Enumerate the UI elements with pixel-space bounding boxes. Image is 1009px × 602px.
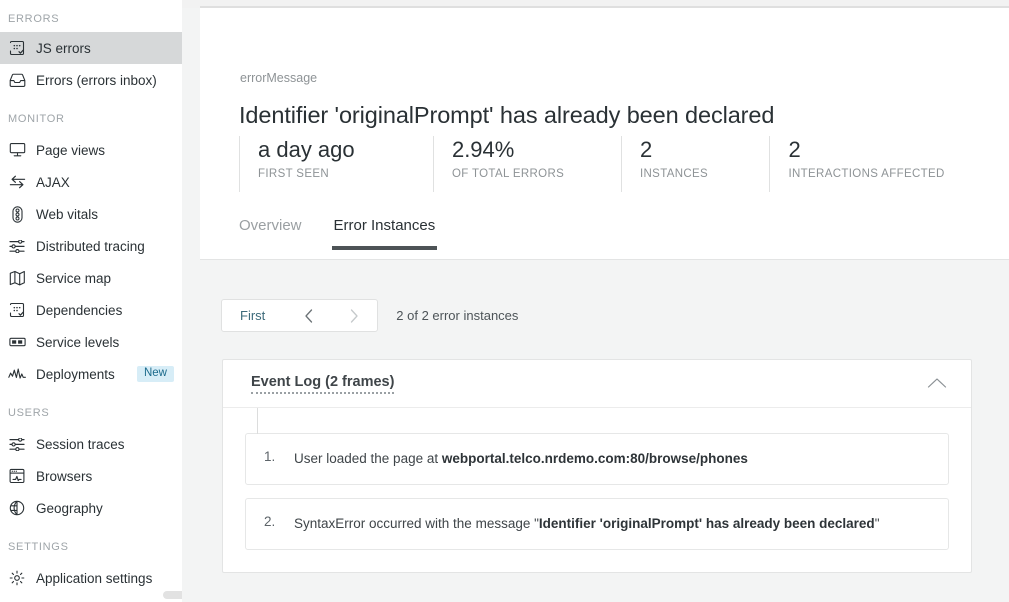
sidebar-section-title-errors: ERRORS bbox=[0, 0, 182, 32]
pagination-first-button[interactable]: First bbox=[222, 300, 285, 331]
dependencies-icon bbox=[8, 301, 26, 319]
pagination-row: First 2 of 2 error instan bbox=[221, 299, 997, 332]
event-log-entry: 2.SyntaxError occurred with the message … bbox=[245, 498, 949, 550]
event-log-body: 1.User loaded the page at webportal.telc… bbox=[223, 408, 971, 572]
sidebar-item-label: Service map bbox=[36, 271, 111, 286]
error-header-card: errorMessage Identifier 'originalPrompt'… bbox=[200, 8, 1009, 260]
stat-value: 2.94% bbox=[452, 136, 621, 164]
sidebar-item-service-map[interactable]: Service map bbox=[0, 262, 182, 294]
sidebar-item-distributed-tracing[interactable]: Distributed tracing bbox=[0, 230, 182, 262]
sidebar-item-label: Service levels bbox=[36, 335, 119, 350]
sidebar-item-new-badge: New bbox=[137, 366, 174, 383]
chevron-up-icon[interactable] bbox=[927, 376, 947, 394]
event-log-entry-highlight: Identifier 'originalPrompt' has already … bbox=[539, 516, 875, 531]
sidebar-item-geography[interactable]: Geography bbox=[0, 492, 182, 524]
service-levels-icon bbox=[8, 333, 26, 351]
sidebar-horizontal-scrollbar-thumb[interactable] bbox=[163, 591, 182, 599]
sidebar-item-label: Session traces bbox=[36, 437, 125, 452]
stat-interactions-affected: 2 INTERACTIONS AFFECTED bbox=[769, 136, 997, 192]
event-log-entry-number: 1. bbox=[264, 449, 294, 469]
main-content: errorMessage Identifier 'originalPrompt'… bbox=[182, 0, 1009, 602]
globe-icon bbox=[8, 499, 26, 517]
sidebar-section-title-users: USERS bbox=[0, 398, 182, 428]
stat-value: 2 bbox=[788, 136, 997, 164]
sidebar-section-gap bbox=[0, 524, 182, 532]
sidebar-section-gap bbox=[0, 390, 182, 398]
sidebar-item-dependencies[interactable]: Dependencies bbox=[0, 294, 182, 326]
sidebar-section-title-settings: SETTINGS bbox=[0, 532, 182, 562]
stat-label: FIRST SEEN bbox=[258, 168, 433, 180]
sidebar-item-page-views[interactable]: Page views bbox=[0, 134, 182, 166]
sidebar-item-session-traces[interactable]: Session traces bbox=[0, 428, 182, 460]
gear-icon bbox=[8, 569, 26, 587]
event-log-entry-text: SyntaxError occurred with the message "I… bbox=[294, 514, 879, 534]
sidebar-item-label: Distributed tracing bbox=[36, 239, 145, 254]
stat-instances: 2 INSTANCES bbox=[621, 136, 769, 192]
deployments-icon bbox=[8, 365, 26, 383]
map-icon bbox=[8, 269, 26, 287]
error-attribute-label: errorMessage bbox=[240, 71, 317, 85]
tab-error-instances[interactable]: Error Instances bbox=[334, 217, 436, 250]
sidebar-item-label: JS errors bbox=[36, 41, 91, 56]
pagination-control: First bbox=[221, 299, 378, 332]
sidebar-nav-list: ERRORS JS errors Errors (errors inbox) MONI… bbox=[0, 0, 182, 602]
event-log-panel: Event Log (2 frames) 1.User loaded the p… bbox=[222, 359, 972, 573]
event-log-entry-text: User loaded the page at webportal.telco.… bbox=[294, 449, 748, 469]
stat-label: OF TOTAL ERRORS bbox=[452, 168, 621, 180]
sidebar: ERRORS JS errors Errors (errors inbox) MONI… bbox=[0, 0, 182, 602]
sidebar-item-label: Application settings bbox=[36, 571, 152, 586]
event-log-connector-line bbox=[257, 408, 258, 434]
sidebar-item-label: Web vitals bbox=[36, 207, 98, 222]
js-errors-icon bbox=[8, 39, 26, 57]
web-vitals-icon bbox=[8, 205, 26, 223]
sidebar-item-label: Dependencies bbox=[36, 303, 122, 318]
sidebar-item-browsers[interactable]: Browsers bbox=[0, 460, 182, 492]
event-log-header: Event Log (2 frames) bbox=[223, 360, 971, 408]
stat-value: 2 bbox=[640, 136, 769, 164]
inbox-icon bbox=[8, 71, 26, 89]
chevron-right-icon bbox=[349, 307, 360, 324]
main-top-strip bbox=[182, 0, 1009, 8]
summary-stats: a day agoFIRST SEEN2.94%OF TOTAL ERRORS2… bbox=[239, 136, 997, 192]
event-log-entry-highlight: webportal.telco.nrdemo.com:80/browse/pho… bbox=[442, 451, 748, 466]
chevron-left-icon bbox=[303, 307, 314, 324]
pagination-prev-button[interactable] bbox=[285, 300, 331, 331]
sidebar-item-errors-errors-inbox[interactable]: Errors (errors inbox) bbox=[0, 64, 182, 96]
sidebar-item-label: Geography bbox=[36, 501, 103, 516]
stat-label: INSTANCES bbox=[640, 168, 769, 180]
sidebar-section-gap bbox=[0, 594, 182, 602]
event-log-title[interactable]: Event Log (2 frames) bbox=[251, 374, 394, 394]
sidebar-item-ajax[interactable]: AJAX bbox=[0, 166, 182, 198]
stat-value: a day ago bbox=[258, 136, 433, 164]
sidebar-section-title-monitor: MONITOR bbox=[0, 104, 182, 134]
tab-overview[interactable]: Overview bbox=[239, 217, 302, 250]
sidebar-item-application-settings[interactable]: Application settings bbox=[0, 562, 182, 594]
pagination-next-button[interactable] bbox=[331, 300, 377, 331]
stat-first-seen: a day ago FIRST SEEN bbox=[239, 136, 433, 192]
session-traces-icon bbox=[8, 435, 26, 453]
browsers-icon bbox=[8, 467, 26, 485]
sidebar-item-label: Browsers bbox=[36, 469, 92, 484]
page-title: Identifier 'originalPrompt' has already … bbox=[239, 102, 774, 129]
sidebar-item-label: AJAX bbox=[36, 175, 70, 190]
stat-label: INTERACTIONS AFFECTED bbox=[788, 168, 997, 180]
app-root: ERRORS JS errors Errors (errors inbox) MONI… bbox=[0, 0, 1009, 602]
event-log-entry-number: 2. bbox=[264, 514, 294, 534]
distributed-tracing-icon bbox=[8, 237, 26, 255]
monitor-icon bbox=[8, 141, 26, 159]
sidebar-item-web-vitals[interactable]: Web vitals bbox=[0, 198, 182, 230]
sidebar-item-deployments[interactable]: Deployments New bbox=[0, 358, 182, 390]
sidebar-item-js-errors[interactable]: JS errors bbox=[0, 32, 182, 64]
sidebar-item-label: Errors (errors inbox) bbox=[36, 73, 157, 88]
sidebar-item-label: Deployments bbox=[36, 367, 115, 382]
pagination-count-text: 2 of 2 error instances bbox=[396, 308, 518, 323]
sidebar-section-gap bbox=[0, 96, 182, 104]
sidebar-item-label: Page views bbox=[36, 143, 105, 158]
stat-of-total-errors: 2.94% OF TOTAL ERRORS bbox=[433, 136, 621, 192]
sidebar-item-service-levels[interactable]: Service levels bbox=[0, 326, 182, 358]
tab-bar: Overview Error Instances bbox=[239, 217, 435, 250]
event-log-entry: 1.User loaded the page at webportal.telc… bbox=[245, 433, 949, 485]
ajax-arrows-icon bbox=[8, 173, 26, 191]
